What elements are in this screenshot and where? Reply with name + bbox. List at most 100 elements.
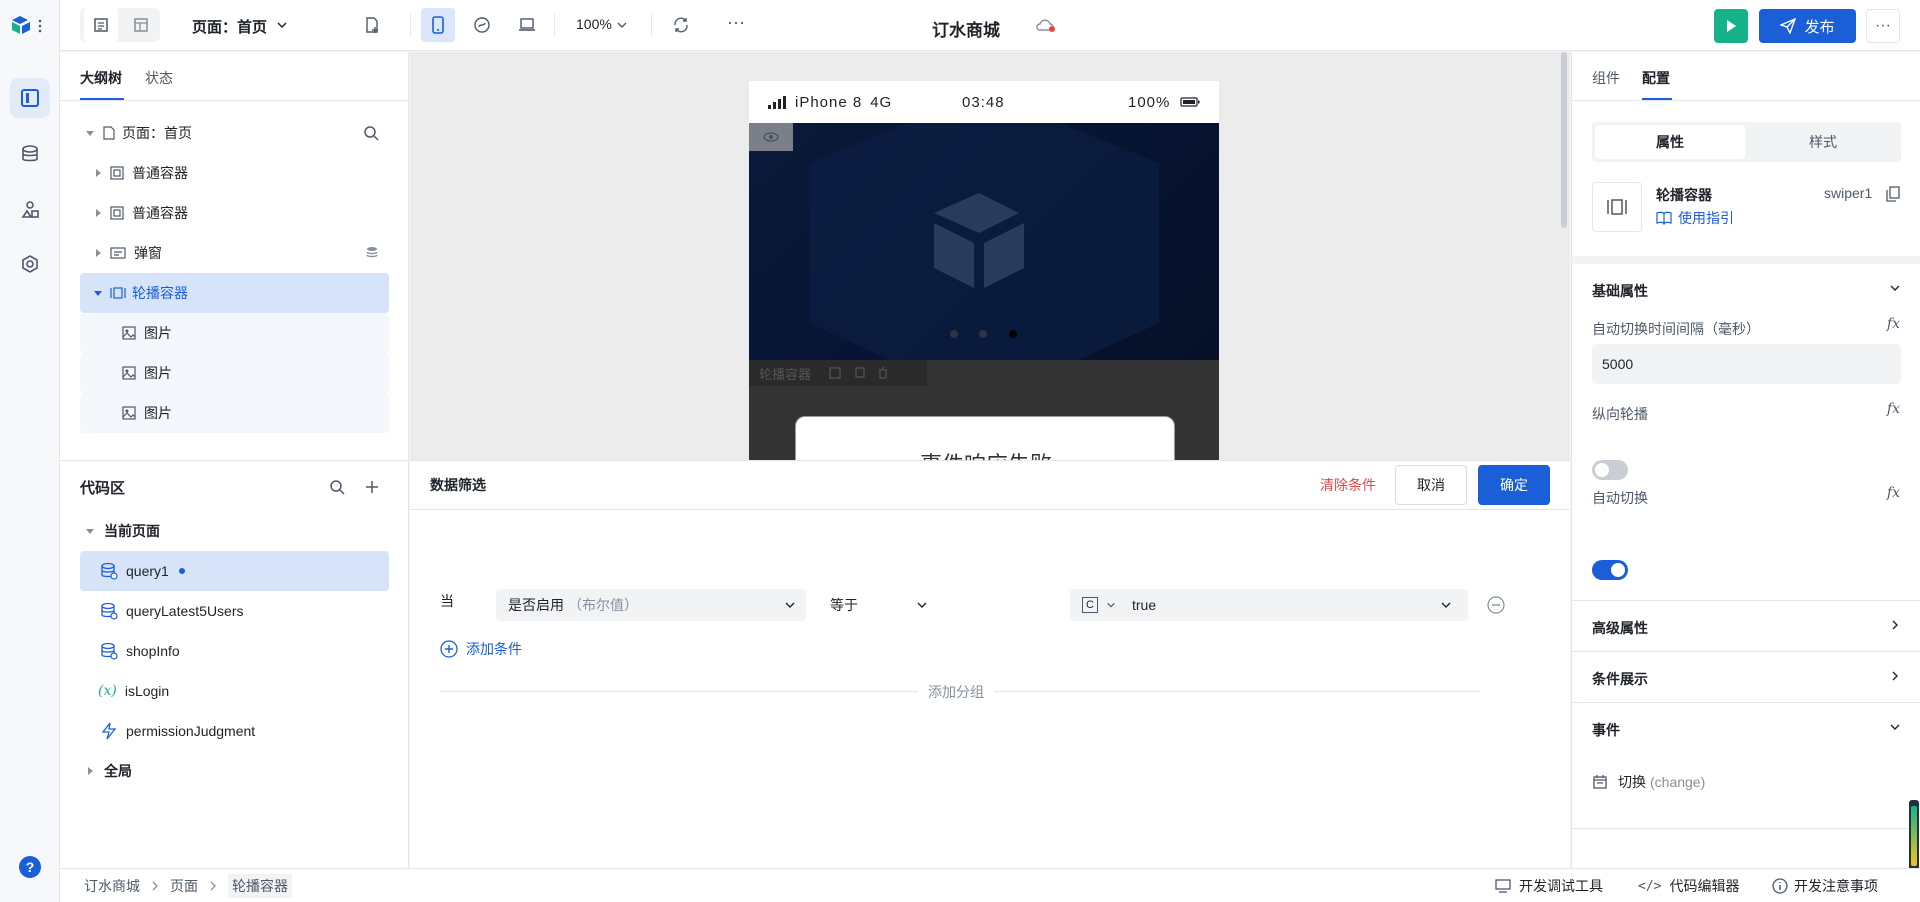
- side-widget[interactable]: [1909, 800, 1919, 874]
- code-item-permission[interactable]: permissionJudgment: [80, 711, 389, 751]
- desktop-view-icon[interactable]: [510, 8, 544, 42]
- tree-item-image-1[interactable]: 图片: [80, 313, 389, 353]
- device-name: iPhone 8: [795, 93, 863, 111]
- copy-icon[interactable]: [853, 367, 865, 379]
- add-circle-icon: [440, 640, 458, 658]
- phone-time: 03:48: [962, 93, 1005, 111]
- basic-props-section[interactable]: 基础属性: [1572, 256, 1920, 315]
- mobile-view-icon[interactable]: [421, 8, 455, 42]
- tree-item-label: 弹窗: [134, 245, 162, 261]
- cancel-button[interactable]: 取消: [1395, 465, 1467, 505]
- code-item-query[interactable]: queryLatest5Users: [80, 591, 389, 631]
- tree-item-container-1[interactable]: 普通容器: [80, 153, 389, 193]
- operator-label: 等于: [830, 597, 858, 613]
- add-group-button[interactable]: 添加分组: [918, 682, 994, 702]
- save-icon[interactable]: [829, 367, 841, 379]
- tree-root-page[interactable]: 页面：首页: [80, 113, 389, 153]
- swiper-slide[interactable]: [749, 123, 1219, 360]
- remove-condition-icon[interactable]: [1487, 596, 1505, 614]
- tree-item-container-2[interactable]: 普通容器: [80, 193, 389, 233]
- segment-properties[interactable]: 属性: [1595, 125, 1745, 159]
- add-condition-button[interactable]: 添加条件: [440, 639, 522, 659]
- confirm-button[interactable]: 确定: [1478, 465, 1550, 505]
- cloud-status-icon[interactable]: [1035, 17, 1057, 33]
- mini-program-icon[interactable]: [465, 8, 499, 42]
- tree-item-label: 图片: [144, 365, 172, 381]
- vertical-label: 纵向轮播: [1592, 406, 1648, 422]
- canvas-scrollbar[interactable]: [1561, 52, 1567, 228]
- vertical-toggle[interactable]: [1592, 460, 1628, 480]
- code-item-shopinfo[interactable]: shopInfo: [80, 631, 389, 671]
- segment-style[interactable]: 样式: [1748, 125, 1898, 159]
- publish-button[interactable]: 发布: [1759, 9, 1856, 43]
- refresh-icon[interactable]: [664, 8, 698, 42]
- current-page-group[interactable]: 当前页面: [80, 511, 389, 551]
- breadcrumb-item-current[interactable]: 轮播容器: [228, 874, 292, 898]
- tab-outline-tree[interactable]: 大纲树: [80, 68, 122, 88]
- advanced-props-section[interactable]: 高级属性: [1572, 600, 1920, 651]
- autoplay-toggle[interactable]: [1592, 560, 1628, 580]
- operator-select[interactable]: 等于: [818, 589, 938, 621]
- code-item-query1[interactable]: query1: [80, 551, 389, 591]
- tab-state[interactable]: 状态: [145, 68, 173, 88]
- copy-icon[interactable]: [1886, 186, 1900, 202]
- zoom-select[interactable]: 100%: [576, 16, 612, 32]
- fx-icon[interactable]: fx: [1887, 401, 1900, 417]
- code-item-islogin[interactable]: (x) isLogin: [80, 671, 389, 711]
- more-menu-icon[interactable]: ···: [1866, 9, 1900, 43]
- swiper-dot[interactable]: [950, 330, 958, 338]
- swiper-dot[interactable]: [979, 330, 987, 338]
- database-icon[interactable]: [10, 134, 50, 174]
- code-editor-button[interactable]: </> 代码编辑器: [1638, 869, 1739, 902]
- phone-status-bar: iPhone 8 4G 03:48 100%: [749, 81, 1219, 123]
- global-group[interactable]: 全局: [80, 751, 389, 791]
- page-selector[interactable]: 页面：首页: [192, 16, 267, 37]
- dev-tools-button[interactable]: 开发调试工具: [1495, 869, 1603, 902]
- battery-icon: [1180, 97, 1200, 107]
- dev-notes-label: 开发注意事项: [1794, 878, 1878, 894]
- code-item-label: query1: [126, 563, 169, 579]
- value-select[interactable]: C true: [1070, 589, 1468, 621]
- settings-hex-icon[interactable]: [10, 244, 50, 284]
- page-selector-label: 页面：首页: [192, 19, 268, 36]
- breadcrumb-item[interactable]: 订水商城: [84, 876, 140, 896]
- components-icon[interactable]: [10, 190, 50, 230]
- tab-components[interactable]: 组件: [1592, 68, 1620, 88]
- more-tools-icon[interactable]: ···: [727, 12, 745, 33]
- fx-icon[interactable]: fx: [1887, 316, 1900, 332]
- page-icon: [103, 126, 115, 140]
- tree-item-swiper[interactable]: 轮播容器: [80, 273, 389, 313]
- event-change[interactable]: 切换 (change): [1592, 772, 1705, 792]
- help-icon[interactable]: ?: [19, 856, 41, 878]
- layout-view-icon[interactable]: [124, 8, 158, 42]
- usage-guide-link[interactable]: 使用指引: [1656, 208, 1734, 228]
- breadcrumb-item[interactable]: 页面: [170, 876, 198, 896]
- swiper-dot-active[interactable]: [1009, 330, 1017, 338]
- dev-notes-button[interactable]: 开发注意事项: [1772, 869, 1878, 902]
- tree-item-image-2[interactable]: 图片: [80, 353, 389, 393]
- delete-icon[interactable]: [877, 367, 889, 379]
- add-icon[interactable]: [364, 479, 380, 495]
- search-icon[interactable]: [329, 479, 345, 495]
- outline-panel-icon[interactable]: [10, 78, 50, 118]
- value-type-badge[interactable]: C: [1082, 597, 1098, 613]
- tree-item-image-3[interactable]: 图片: [80, 393, 389, 433]
- tab-config[interactable]: 配置: [1642, 68, 1670, 88]
- caret-right-icon: [84, 765, 96, 777]
- field-select[interactable]: 是否启用 （布尔值）: [496, 589, 806, 621]
- condition-section[interactable]: 条件展示: [1572, 651, 1920, 702]
- page-view-icon[interactable]: [84, 8, 118, 42]
- interval-input[interactable]: 5000: [1592, 344, 1901, 384]
- hidden-toggle-icon[interactable]: [749, 123, 793, 151]
- add-page-icon[interactable]: [355, 8, 389, 42]
- clear-conditions-button[interactable]: 清除条件: [1320, 475, 1376, 495]
- publish-label: 发布: [1804, 18, 1835, 36]
- tree-item-modal[interactable]: 弹窗: [80, 233, 389, 273]
- events-section[interactable]: 事件: [1572, 702, 1920, 753]
- app-logo[interactable]: [10, 14, 46, 36]
- search-icon[interactable]: [363, 125, 379, 141]
- fx-icon[interactable]: fx: [1887, 485, 1900, 501]
- container-icon: [110, 206, 124, 220]
- chevron-right-icon: [1892, 671, 1898, 681]
- run-preview-button[interactable]: [1714, 9, 1748, 43]
